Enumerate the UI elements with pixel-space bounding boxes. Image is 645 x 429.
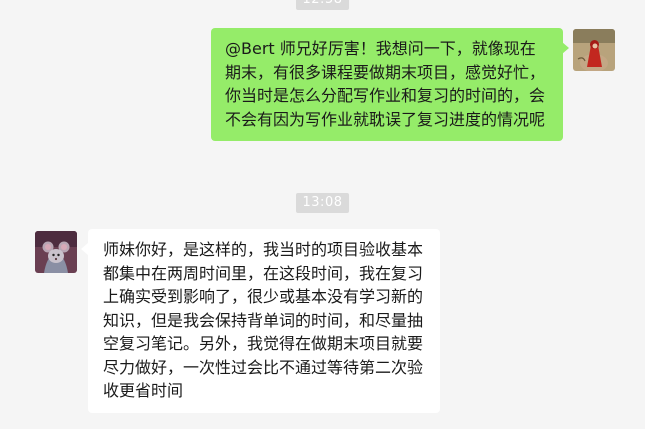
incoming-message-text: 师妹你好，是这样的，我当时的项目验收基本都集中在两周时间里，在这段时间，我在复习… bbox=[103, 240, 424, 400]
outgoing-message-text: @Bert 师兄好厉害！我想问一下，就像现在期末，有很多课程要做期末项目，感觉好… bbox=[225, 39, 546, 129]
timestamp-middle: 13:08 bbox=[295, 193, 350, 213]
bert-avatar[interactable] bbox=[35, 231, 77, 273]
bert-avatar-icon bbox=[35, 231, 77, 273]
self-avatar-icon bbox=[573, 29, 615, 71]
timestamp-top: 12:58 bbox=[295, 0, 350, 10]
outgoing-message-bubble[interactable]: @Bert 师兄好厉害！我想问一下，就像现在期末，有很多课程要做期末项目，感觉好… bbox=[211, 28, 569, 141]
incoming-message-bubble[interactable]: 师妹你好，是这样的，我当时的项目验收基本都集中在两周时间里，在这段时间，我在复习… bbox=[81, 229, 440, 413]
self-avatar[interactable] bbox=[573, 29, 615, 71]
